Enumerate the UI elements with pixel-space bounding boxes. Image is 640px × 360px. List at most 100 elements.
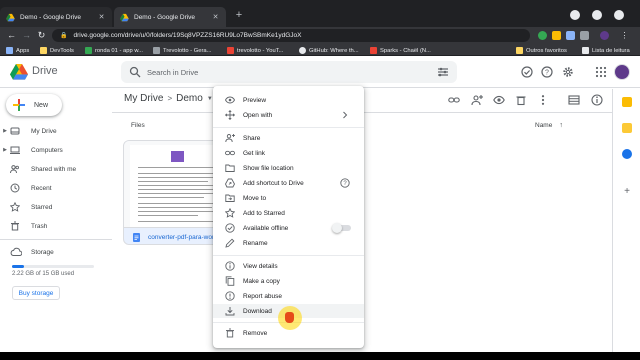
help-icon[interactable]: ? <box>541 66 553 78</box>
bookmark-ronda[interactable]: ronda 01 - app w... <box>85 46 143 55</box>
text-line <box>138 203 218 204</box>
buy-storage-button[interactable]: Buy storage <box>12 286 60 300</box>
bookmark-label: DevTools <box>50 47 74 54</box>
sidebar-item-label: My Drive <box>31 127 57 135</box>
menu-item-label: Move to <box>243 194 267 202</box>
text-line <box>138 197 204 198</box>
reload-icon[interactable]: ↻ <box>36 30 47 41</box>
breadcrumb-current-folder[interactable]: Demo <box>176 93 203 104</box>
text-line <box>138 207 212 208</box>
hand-cursor-icon <box>285 312 294 323</box>
delete-icon[interactable] <box>515 94 527 106</box>
menu-item-add-to-starred[interactable]: Add to Starred <box>213 206 364 220</box>
list-view-icon[interactable] <box>568 94 580 106</box>
bookmark-trevolotto-gera[interactable]: Trevolotto - Gera... <box>153 46 211 55</box>
settings-gear-icon[interactable] <box>562 66 574 78</box>
info-icon <box>225 261 235 271</box>
menu-item-label: Open with <box>243 111 273 119</box>
more-vert-icon[interactable]: ⋮ <box>620 31 629 40</box>
extensions-puzzle-icon[interactable] <box>580 31 589 40</box>
menu-item-share[interactable]: Share <box>213 131 364 145</box>
breadcrumb-my-drive[interactable]: My Drive <box>124 93 163 104</box>
bookmark-devtools[interactable]: DevTools <box>40 46 74 55</box>
side-panel-rail: + <box>612 89 640 352</box>
preview-eye-icon[interactable] <box>493 94 505 106</box>
extension-icon[interactable] <box>538 31 547 40</box>
sidebar-item-starred[interactable]: Starred <box>0 200 112 214</box>
new-button[interactable]: New <box>6 94 62 116</box>
menu-item-preview[interactable]: Preview <box>213 93 364 107</box>
new-tab-button[interactable]: + <box>233 9 245 21</box>
keep-icon[interactable] <box>622 123 632 133</box>
sidebar-item-shared-with-me[interactable]: Shared with me <box>0 162 112 176</box>
menu-item-get-link[interactable]: Get link <box>213 146 364 160</box>
menu-item-show-file-location[interactable]: Show file location <box>213 161 364 175</box>
sidebar-item-label: Shared with me <box>31 165 77 173</box>
product-name[interactable]: Drive <box>32 65 58 77</box>
details-info-icon[interactable] <box>591 94 603 106</box>
menu-item-report-abuse[interactable]: Report abuse <box>213 289 364 303</box>
search-options-icon[interactable] <box>437 66 449 78</box>
calendar-icon[interactable] <box>622 97 632 107</box>
url-text: drive.google.com/drive/u/0/folders/19Sq8… <box>73 32 302 39</box>
drive-logo-icon[interactable] <box>10 64 28 80</box>
add-addon-icon[interactable]: + <box>622 187 632 197</box>
sidebar-item-computers[interactable]: ▶ Computers <box>0 143 112 157</box>
menu-item-rename[interactable]: Rename <box>213 236 364 250</box>
expand-caret-icon[interactable]: ▶ <box>0 128 10 134</box>
more-actions-icon[interactable] <box>537 94 549 106</box>
sidebar-item-my-drive[interactable]: ▶ My Drive <box>0 124 112 138</box>
apps-grid-icon[interactable] <box>595 66 607 78</box>
offline-toggle[interactable] <box>332 223 351 233</box>
menu-item-open-with[interactable]: Open with <box>213 108 364 122</box>
open-with-icon <box>225 110 235 120</box>
expand-caret-icon[interactable]: ▶ <box>0 147 10 153</box>
close-window-icon[interactable] <box>614 10 624 20</box>
search-bar[interactable]: Search in Drive <box>121 61 457 83</box>
offline-status-icon[interactable] <box>521 66 533 78</box>
eye-icon <box>225 96 235 104</box>
text-line <box>138 185 220 186</box>
folder-dropdown-icon[interactable]: ▼ <box>207 96 213 102</box>
sidebar-item-recent[interactable]: Recent <box>0 181 112 195</box>
tasks-icon[interactable] <box>622 149 632 159</box>
bookmark-github[interactable]: GitHub: Where th... <box>299 46 359 55</box>
sort-arrow-icon[interactable]: ↑ <box>559 122 563 129</box>
bookmark-trevolotto-youtube[interactable]: trevolotto - YouT... <box>227 46 283 55</box>
browser-tab-2[interactable]: Demo - Google Drive ✕ <box>114 7 226 27</box>
folder-icon <box>225 164 235 172</box>
breadcrumb-separator: > <box>167 94 173 103</box>
drive-favicon-icon <box>6 13 15 21</box>
search-icon[interactable] <box>129 66 141 78</box>
browser-tab-1[interactable]: Demo - Google Drive ✕ <box>0 7 112 27</box>
minimize-window-icon[interactable] <box>570 10 580 20</box>
storage-usage-text: 2.22 GB of 15 GB used <box>12 271 75 277</box>
search-input[interactable]: Search in Drive <box>147 68 198 77</box>
help-icon[interactable]: ? <box>340 178 350 188</box>
bookmark-lista-de-leitura[interactable]: Lista de leitura <box>582 46 630 55</box>
bookmark-outros-favoritos[interactable]: Outros favoritos <box>516 46 567 55</box>
account-avatar[interactable] <box>614 64 630 80</box>
forward-icon[interactable]: → <box>21 30 32 41</box>
get-link-icon[interactable] <box>448 94 460 106</box>
storage-item[interactable]: Storage <box>10 246 54 258</box>
sort-by-name[interactable]: Name ↑ <box>535 122 563 129</box>
text-line <box>138 167 220 168</box>
menu-item-move-to[interactable]: Move to <box>213 191 364 205</box>
bookmark-apps[interactable]: Apps <box>6 46 29 55</box>
menu-item-add-shortcut[interactable]: Add shortcut to Drive ? <box>213 176 364 190</box>
address-bar[interactable]: 🔒 drive.google.com/drive/u/0/folders/19S… <box>52 29 530 42</box>
menu-item-make-a-copy[interactable]: Make a copy <box>213 274 364 288</box>
extension-icon[interactable] <box>566 31 575 40</box>
bookmark-sparks[interactable]: Sparks - Chaël (N... <box>370 46 431 55</box>
maximize-window-icon[interactable] <box>592 10 602 20</box>
extension-icon[interactable] <box>552 31 561 40</box>
menu-item-view-details[interactable]: View details <box>213 259 364 273</box>
menu-item-label: Share <box>243 134 261 142</box>
back-icon[interactable]: ← <box>6 30 17 41</box>
profile-avatar-icon[interactable] <box>600 31 609 40</box>
sidebar-item-trash[interactable]: Trash <box>0 219 112 233</box>
share-icon[interactable] <box>471 94 483 106</box>
close-tab-icon[interactable]: ✕ <box>211 13 220 21</box>
close-tab-icon[interactable]: ✕ <box>97 13 106 21</box>
